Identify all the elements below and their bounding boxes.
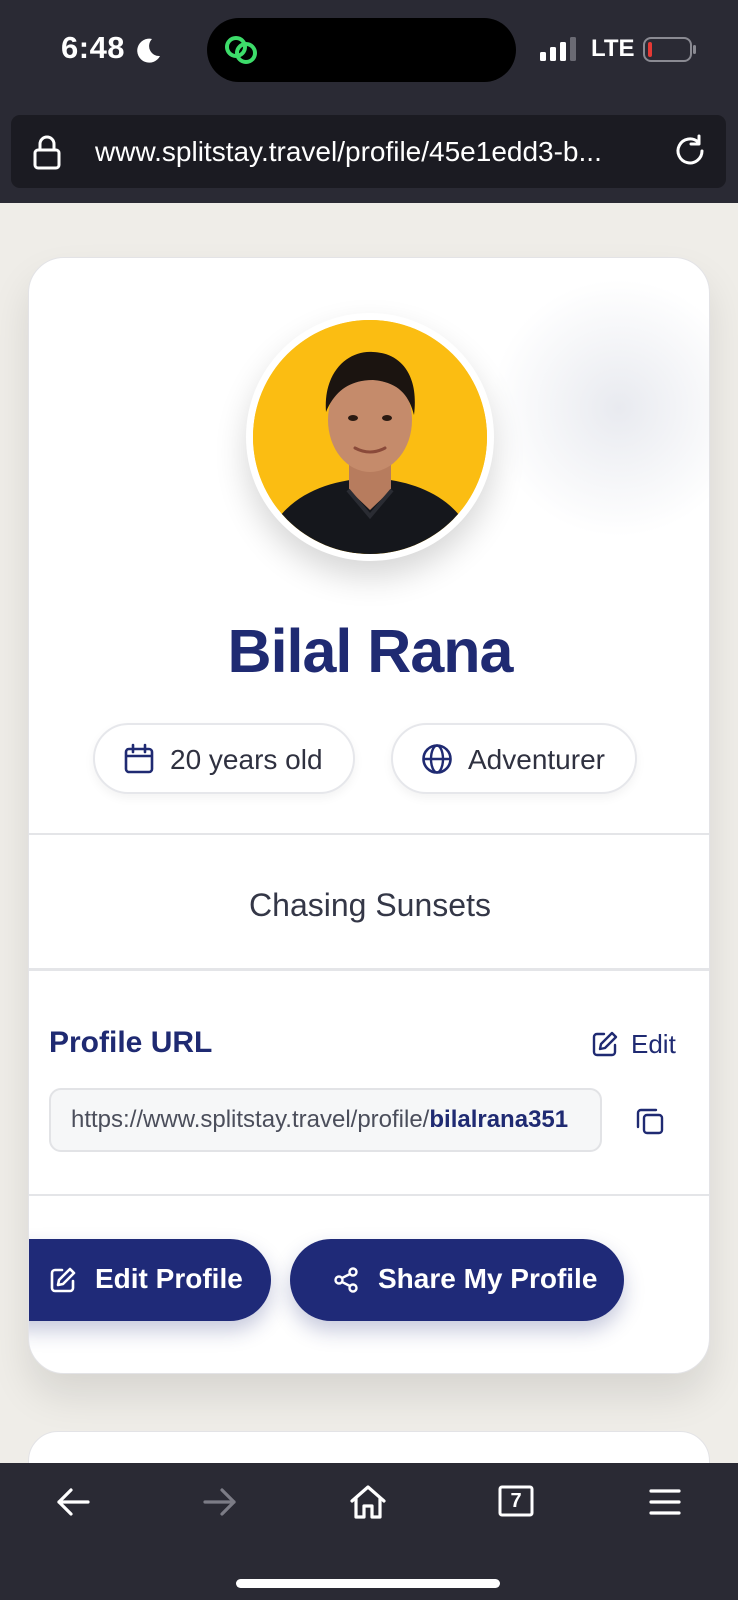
- edit-profile-label: Edit Profile: [95, 1263, 243, 1294]
- page-content: Bilal Rana 20 years old Adventurer Chasi…: [0, 203, 738, 1463]
- profile-url-handle: bilalrana351: [429, 1106, 569, 1133]
- back-icon[interactable]: [53, 1482, 93, 1522]
- traveler-type-badge: Adventurer: [391, 723, 637, 794]
- edit-icon: [50, 1267, 76, 1293]
- globe-icon: [422, 744, 452, 774]
- dynamic-island: [207, 18, 516, 82]
- edit-url-label: Edit: [631, 1028, 676, 1059]
- avatar-photo: [253, 320, 487, 554]
- divider: [29, 968, 709, 971]
- profile-url-base: https://www.splitstay.travel/profile/: [71, 1106, 430, 1133]
- url-text[interactable]: www.splitstay.travel/profile/45e1edd3-b.…: [95, 136, 655, 168]
- profile-card: Bilal Rana 20 years old Adventurer Chasi…: [28, 257, 710, 1374]
- share-icon: [334, 1267, 358, 1293]
- divider: [29, 833, 709, 835]
- reload-icon[interactable]: [672, 133, 708, 169]
- forward-icon[interactable]: [200, 1482, 240, 1522]
- edit-url-button[interactable]: Edit: [591, 1025, 691, 1063]
- traveler-type-label: Adventurer: [468, 744, 605, 775]
- divider: [29, 1194, 709, 1196]
- home-icon[interactable]: [348, 1482, 388, 1522]
- age-badge: 20 years old: [93, 723, 355, 794]
- share-profile-label: Share My Profile: [378, 1263, 598, 1294]
- edit-icon: [592, 1031, 618, 1057]
- menu-icon[interactable]: [645, 1482, 685, 1522]
- network-type: LTE: [591, 35, 635, 62]
- profile-url-title: Profile URL: [49, 1026, 213, 1059]
- lock-icon: [33, 135, 61, 170]
- browser-top-bar: 6:48 LTE www.splitstay.travel/profile/45…: [0, 0, 738, 203]
- next-card: [28, 1431, 710, 1463]
- share-profile-button[interactable]: Share My Profile: [290, 1239, 624, 1321]
- profile-name: Bilal Rana: [227, 617, 514, 685]
- person-silhouette-icon: [253, 320, 487, 554]
- tab-count: 7: [510, 1490, 522, 1512]
- home-indicator: [236, 1579, 500, 1588]
- status-time: 6:48: [61, 30, 126, 65]
- age-label: 20 years old: [170, 744, 323, 775]
- moon-icon: [137, 38, 160, 63]
- signal-icon: [540, 37, 576, 61]
- profile-tagline: Chasing Sunsets: [249, 887, 491, 923]
- browser-bottom-bar: 7: [0, 1463, 738, 1600]
- edit-profile-button[interactable]: Edit Profile: [29, 1239, 271, 1321]
- card-glow: [489, 278, 709, 538]
- link-app-icon: [225, 36, 257, 64]
- copy-icon[interactable]: [635, 1106, 665, 1136]
- calendar-icon: [124, 743, 154, 774]
- address-bar[interactable]: www.splitstay.travel/profile/45e1edd3-b.…: [11, 115, 726, 188]
- battery-icon: [643, 37, 696, 62]
- tabs-icon[interactable]: 7: [496, 1482, 536, 1522]
- avatar: [246, 313, 494, 561]
- profile-url-field[interactable]: https://www.splitstay.travel/profile/bil…: [49, 1088, 602, 1152]
